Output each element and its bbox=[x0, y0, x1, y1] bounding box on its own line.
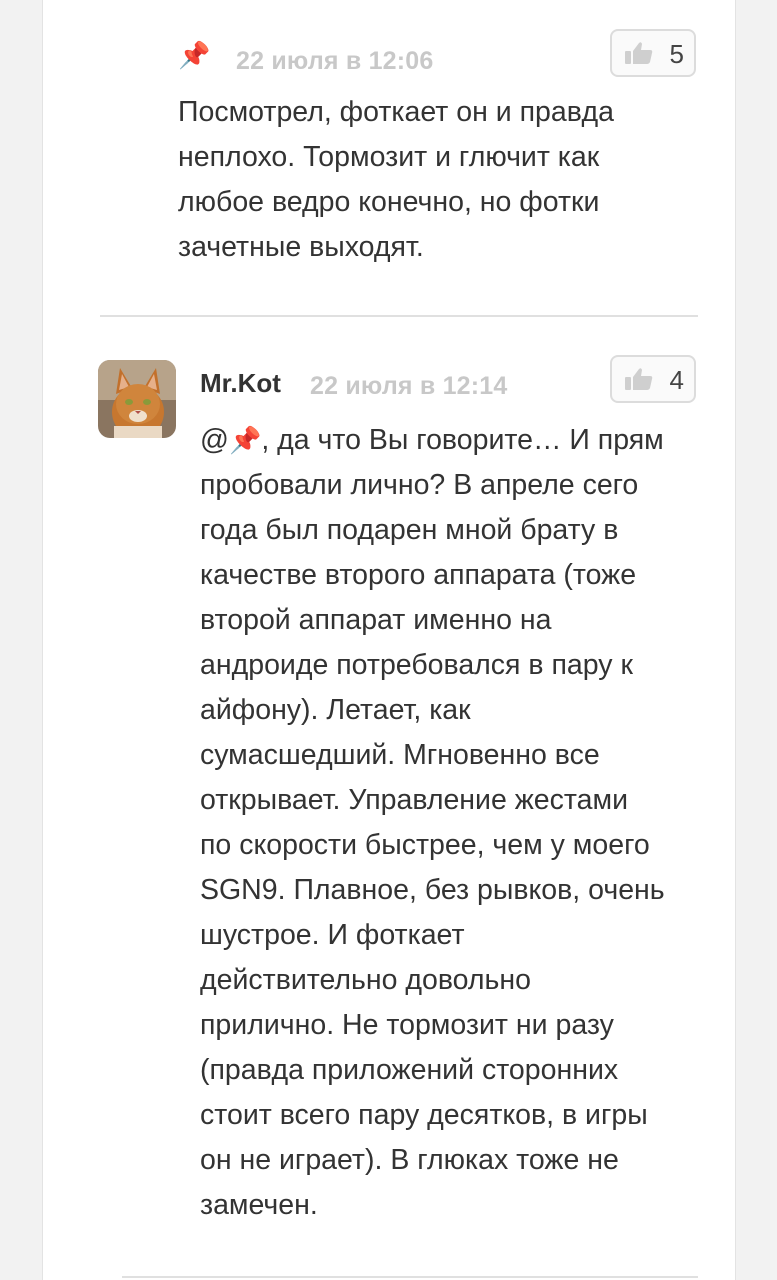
like-count: 5 bbox=[669, 39, 684, 69]
avatar[interactable] bbox=[98, 360, 176, 438]
comment-author[interactable]: Mr.Kot bbox=[200, 368, 281, 399]
comment-date: 22 июля в 12:14 bbox=[310, 372, 508, 400]
like-button[interactable]: 5 bbox=[610, 29, 696, 77]
cat-avatar-image bbox=[98, 360, 176, 438]
comment-divider bbox=[100, 315, 698, 317]
thumbs-up-icon bbox=[625, 368, 653, 390]
comment-text: Посмотрел, фоткает он и правда неплохо. … bbox=[178, 96, 615, 263]
comment: 📌 22 июля в 12:06 5 Посмотрел, фоткает о… bbox=[178, 0, 698, 263]
like-count: 4 bbox=[669, 365, 684, 395]
comment-date: 22 июля в 12:06 bbox=[236, 47, 434, 75]
thumbs-up-icon bbox=[625, 42, 653, 64]
comment-meta: 📌 22 июля в 12:06 5 bbox=[178, 0, 698, 77]
pushpin-icon: 📌 bbox=[228, 425, 262, 455]
comment-text: @📌, да что Вы говорите… И прям пробовали… bbox=[200, 418, 698, 1228]
comment-divider bbox=[122, 1276, 698, 1278]
pushpin-icon: 📌 bbox=[178, 40, 211, 70]
mention-prefix[interactable]: @ bbox=[200, 424, 229, 456]
comment-body: , да что Вы говорите… И прям пробовали л… bbox=[200, 424, 665, 1221]
like-button[interactable]: 4 bbox=[610, 355, 696, 403]
